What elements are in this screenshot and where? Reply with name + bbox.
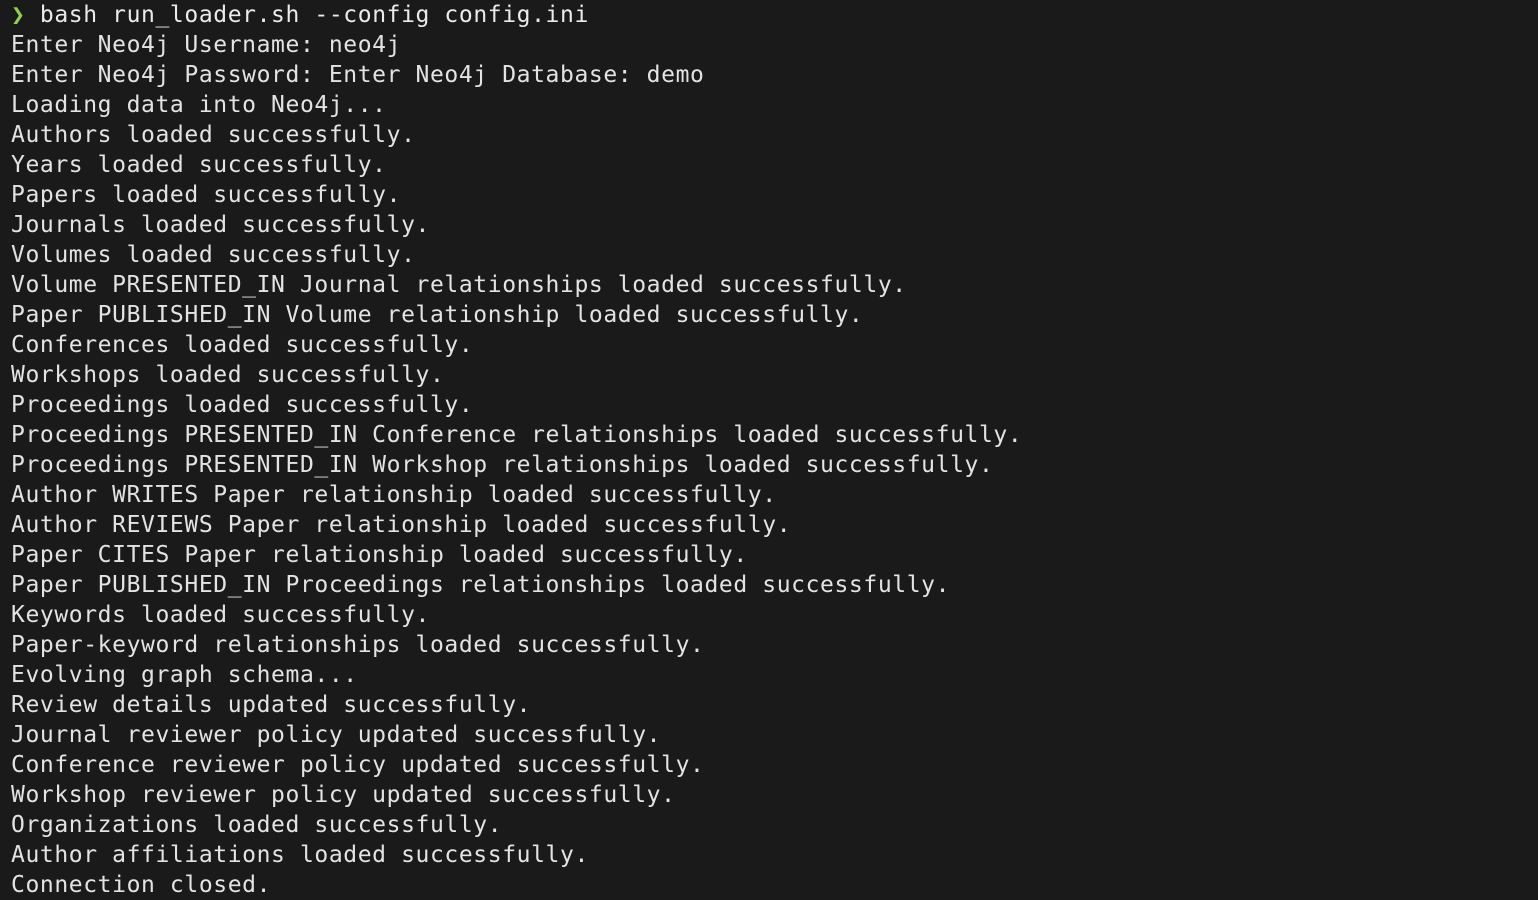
output-line: Authors loaded successfully. (11, 122, 416, 148)
output-line: Review details updated successfully. (11, 692, 532, 718)
output-line: Author REVIEWS Paper relationship loaded… (11, 512, 792, 538)
output-line: Volume PRESENTED_IN Journal relationship… (11, 272, 907, 298)
output-line: Author affiliations loaded successfully. (11, 842, 589, 868)
output-line: Volumes loaded successfully. (11, 242, 416, 268)
output-line: Paper CITES Paper relationship loaded su… (11, 542, 748, 568)
output-line: Proceedings PRESENTED_IN Conference rela… (11, 422, 1023, 448)
prompt-command: bash run_loader.sh --config config.ini (39, 2, 589, 28)
output-line: Conference reviewer policy updated succe… (11, 752, 705, 778)
output-line: Paper PUBLISHED_IN Volume relationship l… (11, 302, 864, 328)
output-line: Proceedings PRESENTED_IN Workshop relati… (11, 452, 994, 478)
terminal-output: Enter Neo4j Username: neo4j Enter Neo4j … (11, 30, 1538, 900)
output-line: Loading data into Neo4j... (11, 92, 387, 118)
output-line: Evolving graph schema... (11, 662, 358, 688)
output-line: Journals loaded successfully. (11, 212, 430, 238)
output-line: Papers loaded successfully. (11, 182, 402, 208)
terminal-window[interactable]: ❯ bash run_loader.sh --config config.ini… (0, 0, 1538, 898)
output-line: Workshop reviewer policy updated success… (11, 782, 676, 808)
output-line: Conferences loaded successfully. (11, 332, 474, 358)
output-line: Journal reviewer policy updated successf… (11, 722, 662, 748)
output-line: Author WRITES Paper relationship loaded … (11, 482, 777, 508)
prompt-line: ❯ bash run_loader.sh --config config.ini (11, 0, 1538, 30)
prompt-chevron-icon: ❯ (11, 2, 26, 28)
output-line: Enter Neo4j Username: neo4j (11, 32, 402, 58)
output-line: Paper-keyword relationships loaded succe… (11, 632, 705, 658)
output-line: Keywords loaded successfully. (11, 602, 430, 628)
output-line: Organizations loaded successfully. (11, 812, 503, 838)
output-line: Paper PUBLISHED_IN Proceedings relations… (11, 572, 951, 598)
output-line: Years loaded successfully. (11, 152, 387, 178)
output-line: Enter Neo4j Password: Enter Neo4j Databa… (11, 62, 705, 88)
output-line: Proceedings loaded successfully. (11, 392, 474, 418)
output-line: Workshops loaded successfully. (11, 362, 445, 388)
